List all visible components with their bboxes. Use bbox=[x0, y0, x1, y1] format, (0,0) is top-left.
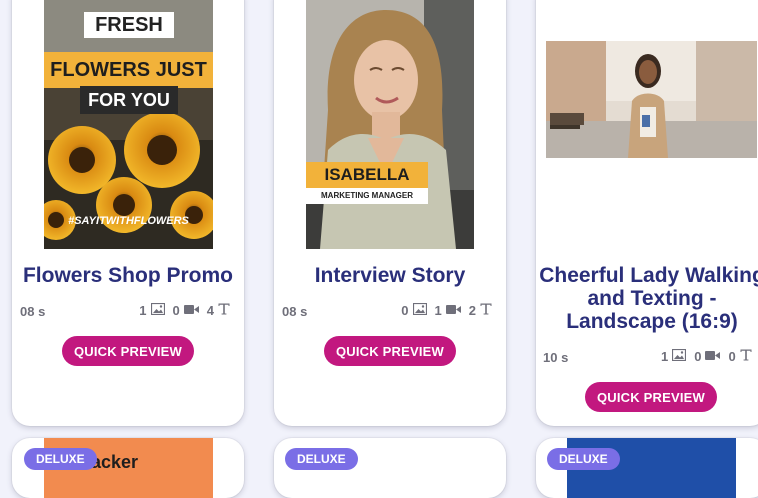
image-icon bbox=[150, 302, 165, 318]
template-title-line: Cheerful Lady Walking bbox=[539, 264, 758, 287]
quick-preview-button[interactable]: QUICK PREVIEW bbox=[585, 382, 717, 412]
duration-label: 10 s bbox=[543, 350, 569, 365]
thumb-role-label: MARKETING MANAGER bbox=[306, 188, 428, 204]
video-count: 1 bbox=[434, 303, 442, 318]
quick-preview-button[interactable]: QUICK PREVIEW bbox=[324, 336, 456, 366]
thumb-hashtag: #SAYITWITHFLOWERS bbox=[68, 215, 189, 227]
template-title-line: and Texting - bbox=[587, 287, 717, 310]
asset-counts: 1 0 4 bbox=[139, 302, 230, 318]
text-count: 2 bbox=[468, 303, 476, 318]
duration-label: 08 s bbox=[282, 304, 308, 319]
thumb-name-label: ISABELLA bbox=[306, 162, 428, 188]
quick-preview-button[interactable]: QUICK PREVIEW bbox=[62, 336, 194, 366]
image-count: 0 bbox=[401, 303, 409, 318]
template-card[interactable]: Tracker DELUXE bbox=[12, 438, 244, 498]
text-icon bbox=[740, 349, 752, 364]
woman-portrait-image bbox=[306, 0, 474, 249]
video-count: 0 bbox=[172, 303, 180, 318]
template-title: Cheerful Lady Walking and Texting - Land… bbox=[536, 264, 758, 333]
template-thumbnail[interactable] bbox=[546, 41, 757, 158]
template-card[interactable]: FRESH FLOWERS JUST FOR YOU #SAYITWITHFLO… bbox=[12, 0, 244, 426]
thumb-label-foryou: FOR YOU bbox=[80, 86, 178, 114]
template-title: Flowers Shop Promo bbox=[22, 264, 234, 287]
template-card[interactable]: DELUXE bbox=[274, 438, 506, 498]
template-thumbnail[interactable]: FRESH FLOWERS JUST FOR YOU #SAYITWITHFLO… bbox=[44, 0, 213, 249]
text-count: 0 bbox=[728, 349, 736, 364]
text-icon bbox=[218, 303, 230, 318]
video-count: 0 bbox=[694, 349, 702, 364]
text-icon bbox=[480, 303, 492, 318]
image-icon bbox=[412, 302, 427, 318]
street-woman-image bbox=[546, 41, 757, 158]
text-count: 4 bbox=[206, 303, 214, 318]
template-card[interactable]: DELUXE bbox=[536, 438, 758, 498]
video-icon bbox=[705, 349, 721, 364]
template-card[interactable]: ISABELLA MARKETING MANAGER Interview Sto… bbox=[274, 0, 506, 426]
template-title-line: Landscape (16:9) bbox=[566, 310, 738, 333]
thumb-label-flowers: FLOWERS JUST bbox=[44, 52, 213, 88]
video-icon bbox=[445, 303, 461, 318]
template-card[interactable]: Cheerful Lady Walking and Texting - Land… bbox=[536, 0, 758, 426]
template-thumbnail[interactable]: ISABELLA MARKETING MANAGER bbox=[306, 0, 474, 249]
template-title: Interview Story bbox=[314, 264, 466, 287]
image-count: 1 bbox=[139, 303, 147, 318]
asset-counts: 1 0 0 bbox=[661, 348, 752, 364]
thumb-label-fresh: FRESH bbox=[84, 12, 174, 38]
image-count: 1 bbox=[661, 349, 669, 364]
video-icon bbox=[183, 303, 199, 318]
image-icon bbox=[672, 348, 687, 364]
asset-counts: 0 1 2 bbox=[401, 302, 492, 318]
duration-label: 08 s bbox=[20, 304, 46, 319]
